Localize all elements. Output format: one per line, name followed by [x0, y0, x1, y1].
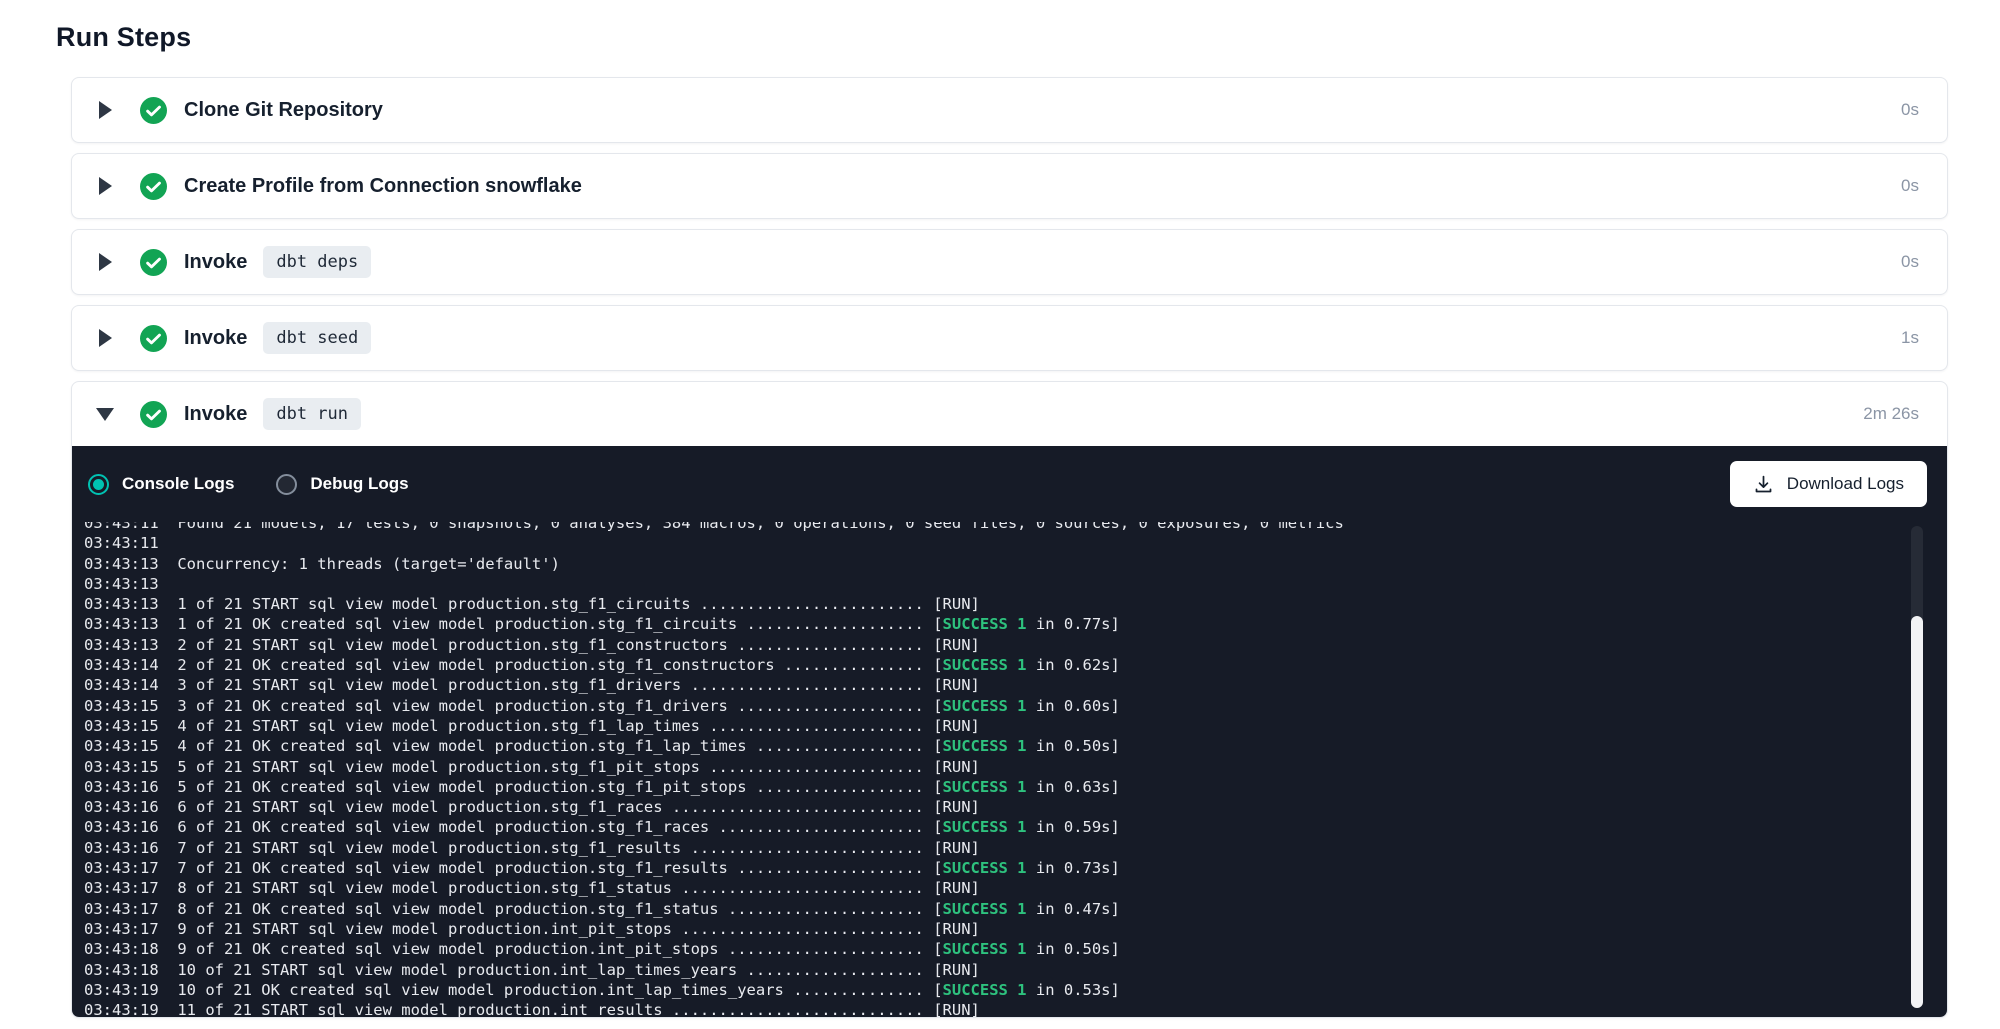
step-label: Invoke — [184, 403, 247, 426]
step-card-invoke-dbt-seed: Invoke dbt seed 1s — [71, 305, 1948, 371]
log-line: 03:43:15 3 of 21 OK created sql view mod… — [84, 696, 1891, 716]
log-line: 03:43:19 11 of 21 START sql view model p… — [84, 1000, 1891, 1017]
log-line: 03:43:14 2 of 21 OK created sql view mod… — [84, 655, 1891, 675]
step-create-profile-from-connection-snowflake[interactable]: Create Profile from Connection snowflake… — [72, 154, 1947, 218]
run-steps-page: Run Steps Clone Git Repository0sCreate P… — [0, 0, 2000, 1018]
step-card-invoke-dbt-deps: Invoke dbt deps 0s — [71, 229, 1948, 295]
console-logs-radio[interactable] — [88, 474, 109, 495]
log-line: 03:43:13 — [84, 574, 1891, 594]
command-badge: dbt seed — [263, 322, 371, 354]
success-tag: SUCCESS 1 — [943, 818, 1027, 836]
command-badge: dbt deps — [263, 246, 371, 278]
log-line: 03:43:15 4 of 21 START sql view model pr… — [84, 716, 1891, 736]
success-tag: SUCCESS 1 — [943, 615, 1027, 633]
log-line: 03:43:16 6 of 21 START sql view model pr… — [84, 797, 1891, 817]
step-invoke-dbt-seed[interactable]: Invoke dbt seed 1s — [72, 306, 1947, 370]
page-title: Run Steps — [56, 22, 1948, 53]
step-card-clone-git-repository: Clone Git Repository 0s — [71, 77, 1948, 143]
console-logs-label: Console Logs — [122, 474, 234, 494]
log-line: 03:43:17 8 of 21 START sql view model pr… — [84, 878, 1891, 898]
console-log-scroller: 03:43:11 Found 21 models, 17 tests, 0 sn… — [84, 522, 1891, 1017]
log-line: 03:43:13 1 of 21 START sql view model pr… — [84, 594, 1891, 614]
step-card-create-profile-from-connection-snowflake: Create Profile from Connection snowflake… — [71, 153, 1948, 219]
console-log-panel: Console Logs Debug Logs Download Logs 03:43… — [72, 446, 1947, 1017]
console-toolbar: Console Logs Debug Logs Download Logs — [72, 446, 1947, 522]
console-log-area: 03:43:11 Found 21 models, 17 tests, 0 sn… — [72, 522, 1947, 1017]
log-line: 03:43:18 9 of 21 OK created sql view mod… — [84, 939, 1891, 959]
console-logs-option[interactable]: Console Logs — [88, 474, 234, 495]
chevron-right-icon[interactable] — [99, 253, 112, 271]
success-tag: SUCCESS 1 — [943, 940, 1027, 958]
log-line: 03:43:16 5 of 21 OK created sql view mod… — [84, 777, 1891, 797]
step-duration: 1s — [1901, 328, 1919, 348]
step-card-invoke-dbt-run: Invoke dbt run 2m 26s Console Logs Debug Log… — [71, 381, 1948, 1018]
console-scrollbar-thumb[interactable] — [1911, 616, 1923, 1008]
log-line: 03:43:11 Found 21 models, 17 tests, 0 sn… — [84, 522, 1891, 533]
check-circle-icon — [140, 401, 167, 428]
log-line: 03:43:16 6 of 21 OK created sql view mod… — [84, 817, 1891, 837]
success-tag: SUCCESS 1 — [943, 656, 1027, 674]
step-duration: 0s — [1901, 252, 1919, 272]
download-logs-label: Download Logs — [1787, 474, 1904, 494]
step-label: Create Profile from Connection snowflake — [184, 175, 582, 198]
log-line: 03:43:11 — [84, 533, 1891, 553]
chevron-right-icon[interactable] — [99, 101, 112, 119]
log-line: 03:43:14 3 of 21 START sql view model pr… — [84, 675, 1891, 695]
step-invoke-dbt-deps[interactable]: Invoke dbt deps 0s — [72, 230, 1947, 294]
log-line: 03:43:17 7 of 21 OK created sql view mod… — [84, 858, 1891, 878]
step-duration: 0s — [1901, 100, 1919, 120]
check-circle-icon — [140, 249, 167, 276]
check-circle-icon — [140, 97, 167, 124]
debug-logs-radio[interactable] — [276, 474, 297, 495]
log-line: 03:43:13 2 of 21 START sql view model pr… — [84, 635, 1891, 655]
log-line: 03:43:13 1 of 21 OK created sql view mod… — [84, 614, 1891, 634]
step-label: Clone Git Repository — [184, 99, 383, 122]
command-badge: dbt run — [263, 398, 361, 430]
step-label: Invoke — [184, 327, 247, 350]
step-duration: 0s — [1901, 176, 1919, 196]
chevron-right-icon[interactable] — [99, 329, 112, 347]
success-tag: SUCCESS 1 — [943, 981, 1027, 999]
download-icon — [1753, 474, 1774, 495]
success-tag: SUCCESS 1 — [943, 900, 1027, 918]
chevron-right-icon[interactable] — [99, 177, 112, 195]
download-logs-button[interactable]: Download Logs — [1730, 461, 1927, 507]
run-steps-list: Clone Git Repository0sCreate Profile fro… — [71, 77, 1948, 1018]
log-line: 03:43:15 4 of 21 OK created sql view mod… — [84, 736, 1891, 756]
success-tag: SUCCESS 1 — [943, 697, 1027, 715]
log-line: 03:43:18 10 of 21 START sql view model p… — [84, 960, 1891, 980]
log-line: 03:43:15 5 of 21 START sql view model pr… — [84, 757, 1891, 777]
log-line: 03:43:17 9 of 21 START sql view model pr… — [84, 919, 1891, 939]
step-duration: 2m 26s — [1863, 404, 1919, 424]
radio-dot — [93, 479, 104, 490]
log-line: 03:43:16 7 of 21 START sql view model pr… — [84, 838, 1891, 858]
check-circle-icon — [140, 173, 167, 200]
success-tag: SUCCESS 1 — [943, 859, 1027, 877]
step-label: Invoke — [184, 251, 247, 274]
step-clone-git-repository[interactable]: Clone Git Repository 0s — [72, 78, 1947, 142]
log-line: 03:43:19 10 of 21 OK created sql view mo… — [84, 980, 1891, 1000]
check-circle-icon — [140, 325, 167, 352]
success-tag: SUCCESS 1 — [943, 778, 1027, 796]
log-line: 03:43:17 8 of 21 OK created sql view mod… — [84, 899, 1891, 919]
step-invoke-dbt-run[interactable]: Invoke dbt run 2m 26s — [72, 382, 1947, 446]
debug-logs-label: Debug Logs — [310, 474, 408, 494]
success-tag: SUCCESS 1 — [943, 737, 1027, 755]
log-line: 03:43:13 Concurrency: 1 threads (target=… — [84, 554, 1891, 574]
debug-logs-option[interactable]: Debug Logs — [276, 474, 408, 495]
chevron-down-icon[interactable] — [96, 408, 114, 421]
